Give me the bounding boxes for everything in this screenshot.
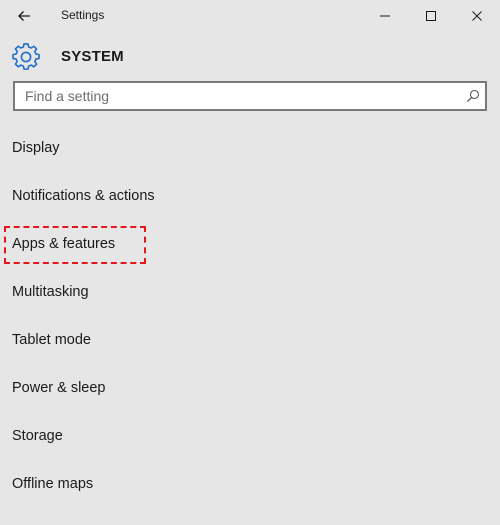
close-icon: [472, 11, 482, 21]
search-input[interactable]: [15, 83, 455, 109]
settings-window: Settings SYSTEM Find a setting Display N…: [0, 0, 500, 525]
nav-item-multitasking[interactable]: Multitasking: [0, 275, 500, 311]
back-arrow-icon: [18, 11, 30, 21]
nav-item-storage[interactable]: Storage: [0, 419, 500, 455]
nav-item-tablet-mode[interactable]: Tablet mode: [0, 323, 500, 359]
page-header: SYSTEM: [0, 40, 500, 74]
nav-item-label: Storage: [12, 428, 63, 444]
nav-item-display[interactable]: Display: [0, 131, 500, 167]
maximize-button[interactable]: [408, 0, 454, 32]
nav-item-apps-features[interactable]: Apps & features: [0, 227, 500, 263]
page-title: SYSTEM: [61, 48, 124, 65]
nav-item-notifications-actions[interactable]: Notifications & actions: [0, 179, 500, 215]
gear-icon: [12, 43, 40, 70]
nav-item-label: Multitasking: [12, 284, 89, 300]
window-title: Settings: [61, 8, 105, 22]
close-button[interactable]: [454, 0, 500, 32]
maximize-icon: [426, 11, 436, 21]
nav-item-label: Power & sleep: [12, 380, 106, 396]
minimize-icon: [380, 15, 390, 17]
nav-item-offline-maps[interactable]: Offline maps: [0, 467, 500, 503]
nav-item-label: Display: [12, 140, 60, 156]
title-bar: Settings: [0, 0, 500, 32]
search-box[interactable]: [13, 81, 487, 111]
nav-item-label: Tablet mode: [12, 332, 91, 348]
search-icon[interactable]: [466, 89, 480, 103]
back-button[interactable]: [8, 4, 40, 28]
nav-item-label: Notifications & actions: [12, 188, 155, 204]
minimize-button[interactable]: [362, 0, 408, 32]
nav-item-label: Offline maps: [12, 476, 94, 492]
nav-item-power-sleep[interactable]: Power & sleep: [0, 371, 500, 407]
nav-item-label: Apps & features: [12, 236, 116, 252]
